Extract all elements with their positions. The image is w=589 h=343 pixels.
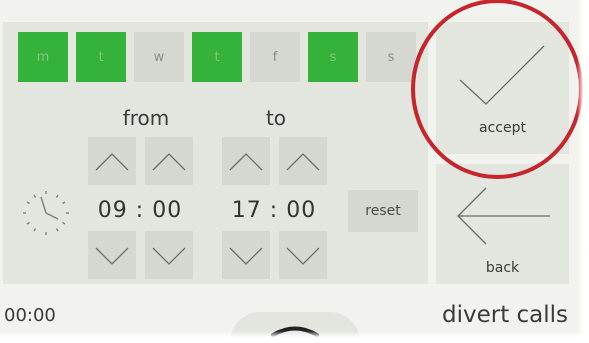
from-label: from: [122, 106, 170, 130]
day-label: w: [153, 49, 165, 65]
chevron-up-icon: [95, 153, 129, 171]
day-label: s: [329, 49, 337, 65]
day-toggle-saturday[interactable]: s: [308, 32, 358, 82]
from-separator: :: [135, 198, 145, 223]
chevron-down-icon: [95, 247, 129, 265]
edge-shadow-right: [577, 0, 589, 343]
chevron-up-icon: [152, 153, 186, 171]
day-toggle-thursday[interactable]: t: [192, 32, 242, 82]
chevron-down-icon: [286, 247, 320, 265]
edge-shadow-bottom: [0, 331, 589, 343]
day-label: f: [272, 49, 278, 65]
arrow-left-icon: [457, 187, 550, 245]
to-time: 17 : 00: [218, 198, 330, 223]
highlight-ring: [411, 0, 583, 179]
from-minute-down-button[interactable]: [145, 231, 193, 279]
screen-title: divert calls: [442, 302, 569, 328]
from-time: 09 : 00: [84, 198, 196, 223]
to-label: to: [265, 106, 287, 130]
to-minute-value: 00: [286, 198, 317, 223]
day-toggle-wednesday[interactable]: w: [134, 32, 184, 82]
day-toggle-tuesday[interactable]: t: [76, 32, 126, 82]
to-hour-up-button[interactable]: [222, 137, 270, 185]
to-minute-up-button[interactable]: [279, 137, 327, 185]
back-label: back: [485, 260, 520, 276]
from-minute-value: 00: [152, 198, 183, 223]
chevron-up-icon: [229, 153, 263, 171]
reset-button[interactable]: reset: [348, 190, 418, 232]
to-minute-down-button[interactable]: [279, 231, 327, 279]
chevron-down-icon: [152, 247, 186, 265]
from-hour-down-button[interactable]: [88, 231, 136, 279]
from-hour-value: 09: [97, 198, 128, 223]
clock-time: 00:00: [4, 305, 56, 326]
chevron-down-icon: [229, 247, 263, 265]
day-label: t: [98, 49, 104, 65]
day-label: m: [36, 49, 50, 65]
to-hour-value: 17: [231, 198, 262, 223]
to-hour-down-button[interactable]: [222, 231, 270, 279]
day-toggle-monday[interactable]: m: [18, 32, 68, 82]
from-minute-up-button[interactable]: [145, 137, 193, 185]
day-toggle-friday[interactable]: f: [250, 32, 300, 82]
day-label: t: [214, 49, 220, 65]
to-separator: :: [269, 198, 279, 223]
from-hour-up-button[interactable]: [88, 137, 136, 185]
day-label: s: [387, 49, 395, 65]
chevron-up-icon: [286, 153, 320, 171]
phone-screen: m t w t f s s from to 09: 00 17: 00 re…: [0, 0, 589, 343]
clock-icon: [23, 191, 69, 235]
